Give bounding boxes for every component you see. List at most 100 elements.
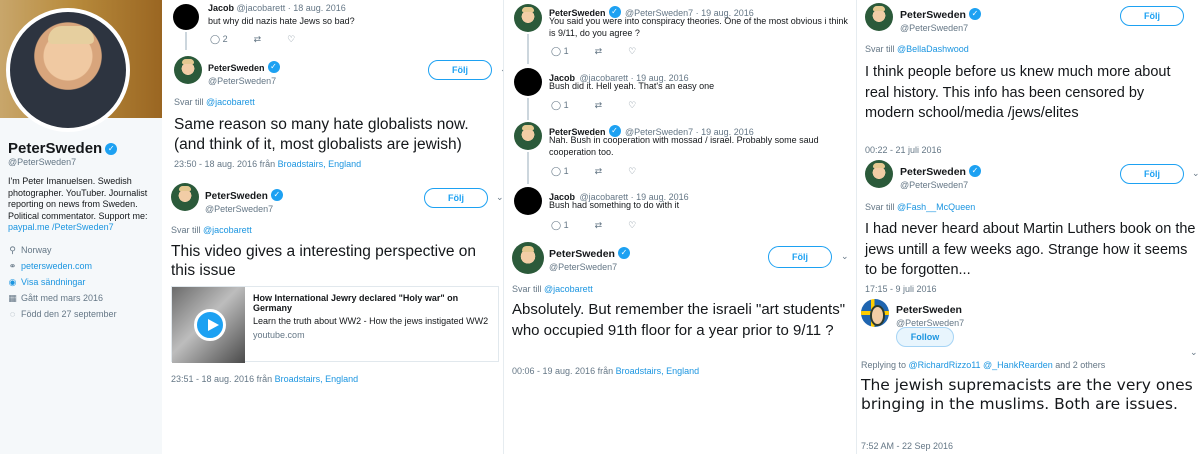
born-text: Född den 27 september bbox=[21, 309, 117, 319]
reply-count: 1 bbox=[563, 100, 569, 110]
card-body: How International Jewry declared "Holy w… bbox=[245, 287, 498, 361]
chevron-down-icon[interactable]: ⌄ bbox=[1192, 168, 1200, 179]
reply-time: 23:50 - 18 aug. 2016 från bbox=[174, 159, 276, 169]
screenshot-collage: PeterSweden ✓ @PeterSweden7 I'm Peter Ima… bbox=[0, 0, 1200, 454]
t2-place[interactable]: Broadstairs, England bbox=[275, 374, 359, 384]
reply-to-user[interactable]: @jacobarett bbox=[544, 284, 593, 294]
like-icon[interactable]: ♡ bbox=[628, 46, 636, 57]
peter-avatar[interactable] bbox=[171, 183, 199, 211]
main-tweet-header: PeterSweden ✓ @PeterSweden7 bbox=[549, 244, 630, 272]
a-time: 00:22 - 21 juli 2016 bbox=[865, 145, 942, 155]
like-icon[interactable]: ♡ bbox=[628, 166, 636, 177]
reply-to-user[interactable]: @jacobarett bbox=[203, 225, 252, 235]
c-reply-users[interactable]: @RichardRizzo11 @_HankRearden bbox=[909, 360, 1053, 370]
jacob-avatar[interactable] bbox=[514, 68, 542, 96]
b-name[interactable]: PeterSweden bbox=[900, 166, 966, 178]
jacob-avatar[interactable] bbox=[173, 4, 199, 30]
chevron-down-icon[interactable]: ⌄ bbox=[1190, 347, 1198, 358]
verified-icon: ✓ bbox=[968, 164, 981, 177]
retweet-icon[interactable]: ⇄ bbox=[595, 166, 603, 177]
a-name[interactable]: PeterSweden bbox=[900, 9, 966, 21]
follow-button[interactable]: Följ bbox=[1120, 6, 1184, 26]
location-row: ⚲ Norway bbox=[8, 242, 158, 258]
broadcasts-link[interactable]: Visa sändningar bbox=[21, 277, 85, 287]
play-icon[interactable] bbox=[194, 309, 226, 341]
main-place[interactable]: Broadstairs, England bbox=[616, 366, 700, 376]
calendar-icon: ▦ bbox=[8, 292, 17, 303]
retweet-icon[interactable]: ⇄ bbox=[254, 34, 262, 45]
profile-handle: @PeterSweden7 bbox=[8, 157, 77, 167]
c-reply-to: Replying to @RichardRizzo11 @_HankRearde… bbox=[861, 360, 1105, 370]
a-header: PeterSweden ✓ @PeterSweden7 bbox=[900, 5, 981, 33]
follow-button[interactable]: Följ bbox=[1120, 164, 1184, 184]
paypal-link[interactable]: paypal.me bbox=[8, 222, 50, 232]
broadcasts-row: ◉ Visa sändningar bbox=[8, 274, 158, 290]
peter-avatar[interactable] bbox=[865, 160, 893, 188]
main-handle: @PeterSweden7 bbox=[549, 262, 618, 272]
retweet-icon[interactable]: ⇄ bbox=[595, 100, 603, 111]
retweet-icon[interactable]: ⇄ bbox=[595, 220, 603, 231]
reply-to-user[interactable]: @BellaDashwood bbox=[897, 44, 969, 54]
verified-icon: ✓ bbox=[267, 60, 280, 73]
profile-avatar[interactable] bbox=[6, 8, 130, 132]
reply-to-label: Svar till bbox=[865, 44, 895, 54]
main-tweet-text: Absolutely. But remember the israeli "ar… bbox=[512, 301, 846, 339]
tweet-actions: ◯ 1 ⇄ ♡ bbox=[551, 46, 636, 57]
main-name[interactable]: PeterSweden bbox=[549, 248, 615, 260]
chevron-down-icon[interactable]: ⌄ bbox=[496, 192, 503, 203]
reply-place[interactable]: Broadstairs, England bbox=[278, 159, 362, 169]
website-link[interactable]: petersweden.com bbox=[21, 261, 92, 271]
card-description: Learn the truth about WW2 - How the jews… bbox=[253, 316, 489, 326]
follow-button[interactable]: Följ bbox=[424, 188, 488, 208]
b-header: PeterSweden ✓ @PeterSweden7 bbox=[900, 162, 981, 190]
peter-avatar[interactable] bbox=[174, 56, 202, 84]
link-card[interactable]: How International Jewry declared "Holy w… bbox=[171, 286, 499, 363]
card-title[interactable]: How International Jewry declared "Holy w… bbox=[253, 293, 490, 313]
follow-button[interactable]: Follow bbox=[896, 327, 954, 347]
peter-avatar[interactable] bbox=[865, 3, 893, 31]
reply-count: 1 bbox=[563, 220, 569, 230]
thread-line bbox=[527, 152, 529, 184]
profile-meta: ⚲ Norway ⚭ petersweden.com ◉ Visa sändninga… bbox=[8, 242, 158, 322]
peter-avatar[interactable] bbox=[512, 242, 544, 274]
like-icon[interactable]: ♡ bbox=[628, 220, 636, 231]
c-time: 7:52 AM - 22 Sep 2016 bbox=[861, 441, 954, 451]
profile-panel: PeterSweden ✓ @PeterSweden7 I'm Peter Ima… bbox=[0, 0, 162, 454]
jacob-avatar[interactable] bbox=[514, 187, 542, 215]
peter-name[interactable]: PeterSweden bbox=[208, 63, 265, 73]
reply-to-user[interactable]: @Fash__McQueen bbox=[897, 202, 975, 212]
reply-icon[interactable]: ◯ 1 bbox=[551, 220, 569, 231]
paypal-link-path[interactable]: /PeterSweden7 bbox=[52, 222, 114, 232]
peter-avatar[interactable] bbox=[514, 4, 542, 32]
t2-handle: @PeterSweden7 bbox=[205, 204, 274, 214]
video-thumbnail[interactable] bbox=[172, 287, 246, 363]
reply-icon[interactable]: ◯ 1 bbox=[551, 166, 569, 177]
thread-panel-3: PeterSweden ✓ @PeterSweden7 Följ Svar til… bbox=[856, 0, 1200, 454]
jacob-header: Jacob @jacobarett · 18 aug. 2016 bbox=[208, 3, 346, 13]
reply-icon[interactable]: ◯ 1 bbox=[551, 100, 569, 111]
profile-name-row: PeterSweden ✓ bbox=[8, 140, 118, 158]
follow-button[interactable]: Följ bbox=[428, 60, 492, 80]
peter-header: PeterSweden ✓ @PeterSweden7 bbox=[208, 58, 280, 86]
panel-divider bbox=[503, 0, 504, 454]
reply-icon[interactable]: ◯ 2 bbox=[210, 34, 228, 45]
reply-icon[interactable]: ◯ 1 bbox=[551, 46, 569, 57]
follow-button[interactable]: Följ bbox=[768, 246, 832, 268]
retweet-icon[interactable]: ⇄ bbox=[595, 46, 603, 57]
peter-avatar[interactable] bbox=[514, 122, 542, 150]
reply-to-label: Svar till bbox=[174, 97, 204, 107]
jacob-name[interactable]: Jacob bbox=[208, 3, 234, 13]
jacob-tweet-text: but why did nazis hate Jews so bad? bbox=[208, 16, 355, 26]
chevron-down-icon[interactable]: ⌄ bbox=[841, 251, 849, 262]
reply-to-user[interactable]: @jacobarett bbox=[206, 97, 255, 107]
panel-divider bbox=[856, 0, 857, 454]
c-name[interactable]: PeterSweden bbox=[896, 304, 962, 316]
main-time: 00:06 - 19 aug. 2016 från bbox=[512, 366, 614, 376]
balloon-icon: ◌ bbox=[9, 309, 16, 319]
profile-name[interactable]: PeterSweden bbox=[8, 140, 102, 157]
peter-avatar-flag[interactable] bbox=[861, 299, 889, 327]
like-icon[interactable]: ♡ bbox=[628, 100, 636, 111]
card-url: youtube.com bbox=[253, 330, 305, 340]
like-icon[interactable]: ♡ bbox=[287, 34, 295, 45]
t2-name[interactable]: PeterSweden bbox=[205, 191, 268, 202]
